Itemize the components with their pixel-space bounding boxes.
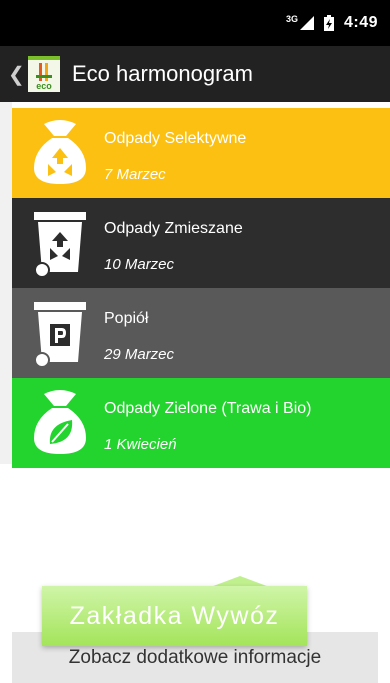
item-date: 7 Marzec — [104, 166, 166, 183]
app-bar: ❮ eco Eco harmonogram — [0, 46, 390, 102]
app-title: Eco harmonogram — [72, 61, 253, 86]
recycling-bin-icon — [34, 212, 86, 278]
schedule-item[interactable]: Popiół 29 Marzec — [12, 288, 390, 378]
item-name: Popiół — [104, 310, 149, 327]
signal-indicator: 3G — [285, 14, 314, 30]
leaf-bag-icon — [34, 390, 86, 454]
recycling-bag-icon — [34, 120, 86, 184]
signal-icon — [299, 16, 314, 30]
schedule-item[interactable]: Odpady Zielone (Trawa i Bio) 1 Kwiecień — [12, 378, 390, 468]
item-name: Odpady Zmieszane — [104, 220, 243, 237]
item-name: Odpady Zielone (Trawa i Bio) — [104, 400, 312, 417]
item-name: Odpady Selektywne — [104, 130, 247, 147]
ash-bin-icon — [34, 302, 86, 368]
app-logo[interactable]: eco — [28, 56, 60, 92]
schedule-content: Odpady Selektywne 7 Marzec Odpady Zmiesz… — [0, 102, 390, 683]
left-edge-strip — [0, 102, 12, 464]
back-chevron-icon[interactable]: ❮ — [8, 62, 25, 87]
schedule-item[interactable]: Odpady Selektywne 7 Marzec — [12, 108, 390, 198]
battery-icon — [323, 15, 334, 31]
schedule-list: Odpady Selektywne 7 Marzec Odpady Zmiesz… — [12, 108, 390, 468]
battery-indicator — [323, 15, 334, 31]
logo-text: eco — [36, 81, 52, 91]
tutorial-tooltip[interactable]: Zakładka Wywóz — [42, 586, 307, 646]
clock: 4:49 — [343, 14, 378, 31]
item-date: 29 Marzec — [104, 346, 175, 363]
item-date: 10 Marzec — [104, 256, 175, 273]
item-date: 1 Kwiecień — [104, 436, 177, 453]
schedule-item[interactable]: Odpady Zmieszane 10 Marzec — [12, 198, 390, 288]
network-type-label: 3G — [285, 14, 298, 24]
status-bar: 3G 4:49 — [0, 0, 390, 46]
